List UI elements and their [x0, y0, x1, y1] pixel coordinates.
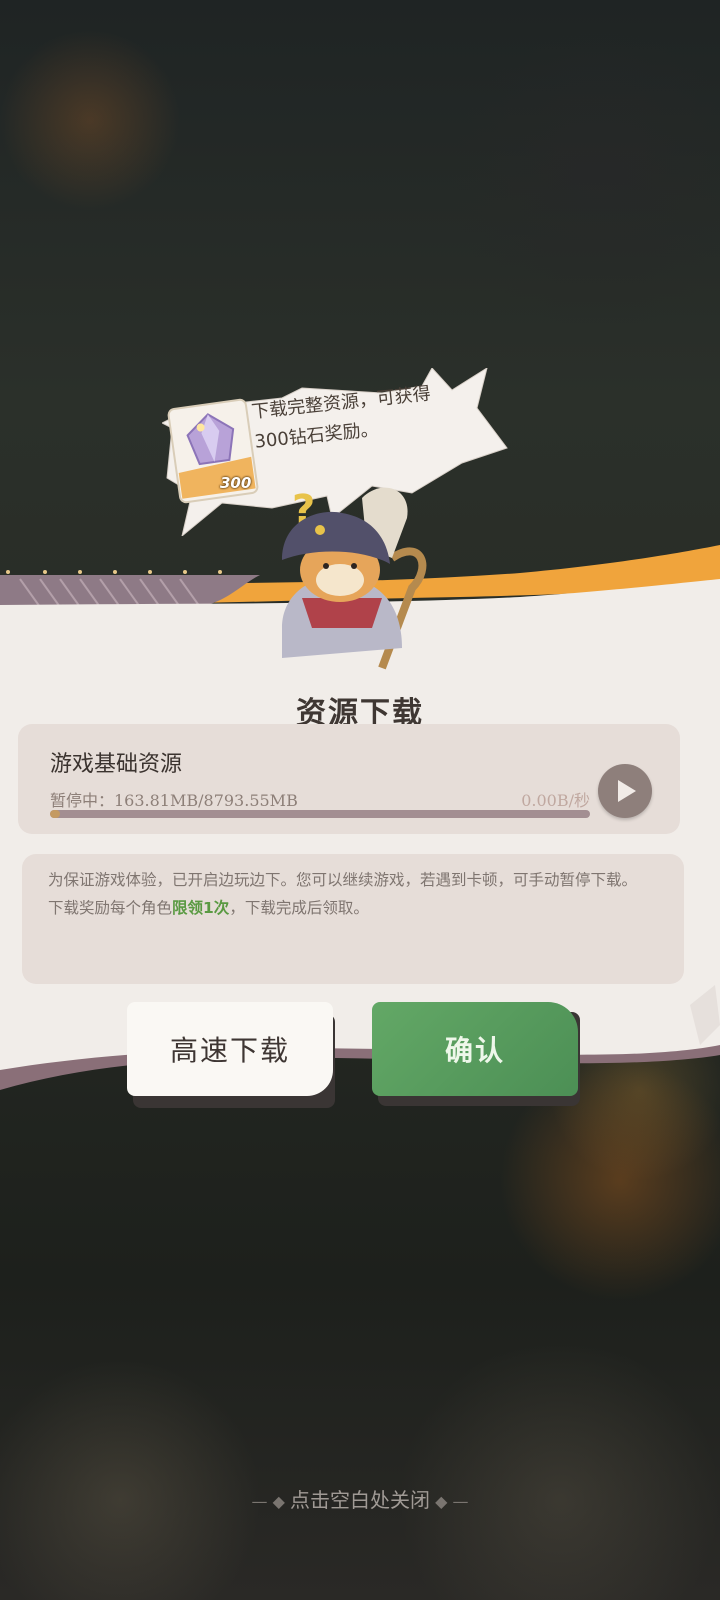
note-line1: 为保证游戏体验，已开启边玩边下。您可以继续游戏，若遇到卡顿，可手动暂停下载。: [48, 871, 638, 889]
info-note: 为保证游戏体验，已开启边玩边下。您可以继续游戏，若遇到卡顿，可手动暂停下载。 下…: [48, 866, 658, 922]
download-progress-bar: [50, 810, 590, 818]
download-status: 暂停中：163.81MB/8793.55MB: [50, 791, 298, 810]
confirm-button[interactable]: 确认: [372, 1002, 578, 1096]
resume-download-button[interactable]: [598, 764, 652, 818]
note-line2-suffix: ，下载完成后领取。: [229, 899, 369, 917]
download-progress-fill: [50, 810, 61, 818]
diamond-count-label: 300: [220, 474, 252, 492]
download-speed: 0.00B/秒: [521, 791, 590, 810]
note-highlight: 限领1次: [172, 899, 230, 917]
close-hint-right-decoration: ◆ —: [430, 1492, 469, 1511]
note-line2: 下载奖励每个角色限领1次，下载完成后领取。: [48, 894, 658, 922]
close-hint[interactable]: — ◆ 点击空白处关闭 ◆ —: [0, 1484, 720, 1513]
close-hint-left-decoration: — ◆: [251, 1492, 290, 1511]
note-line2-prefix: 下载奖励每个角色: [48, 899, 173, 917]
play-icon: [618, 780, 636, 802]
hamster-mascot: ?: [282, 487, 427, 670]
resource-name: 游戏基础资源: [50, 752, 183, 777]
close-hint-text: 点击空白处关闭: [290, 1488, 430, 1512]
fast-download-button[interactable]: 高速下载: [127, 1002, 333, 1096]
